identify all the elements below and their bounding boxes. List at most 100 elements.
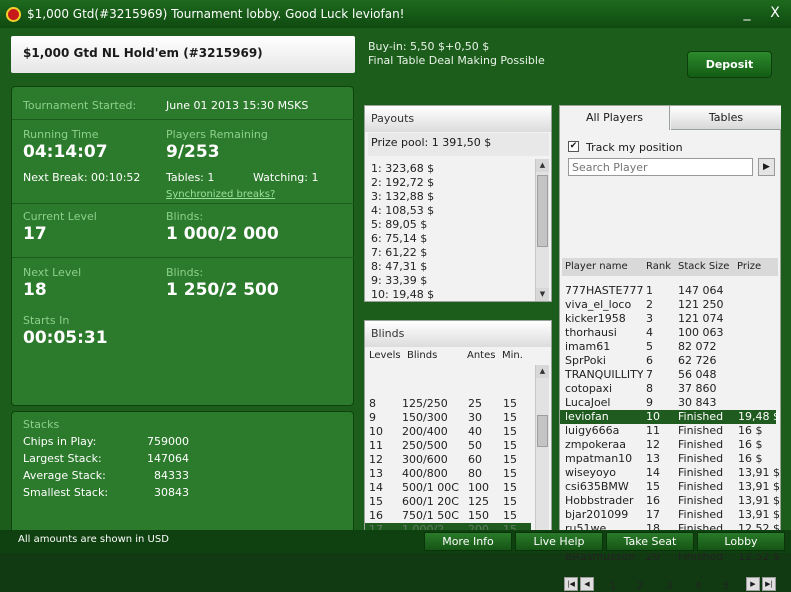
player-cell: TRANQUILLITY [565,368,643,381]
lobby-main: $1,000 Gtd NL Hold'em (#3215969) Buy-in:… [0,28,791,592]
blinds-header-min: Min. [502,350,523,361]
blinds-row: 13 400/800 80 15 [365,467,531,481]
blinds-cell: 15 [503,467,517,480]
scroll-thumb[interactable] [537,175,548,247]
player-row[interactable]: SprPoki 6 62 726 [560,354,776,368]
blinds-header-antes: Antes [467,350,496,361]
search-go-icon[interactable]: ▶ [758,158,775,176]
last-page-icon[interactable]: ▶| [762,577,776,591]
take-seat-button[interactable]: Take Seat [606,532,694,551]
col-rank[interactable]: Rank [646,261,671,272]
blinds-scrollbar[interactable]: ▲ ▼ [535,365,549,547]
title-bar: $1,000 Gtd(#3215969) Tournament lobby. G… [0,0,791,28]
player-cell: 15 [646,480,660,493]
player-row[interactable]: Hobbstrader 16 Finished 13,91 $ [560,494,780,508]
player-cell: 12 [646,438,660,451]
stack-value: 759000 [147,435,189,448]
page-link[interactable]: 5 [718,581,734,592]
page-link[interactable]: 1 [605,581,621,592]
player-row[interactable]: thorhausi 4 100 063 [560,326,776,340]
blinds-title: Blinds [365,321,551,347]
blinds-row: 15 600/1 20C 125 15 [365,495,531,509]
player-row[interactable]: kicker1958 3 121 074 [560,312,776,326]
track-checkbox[interactable]: ✔ [568,141,579,152]
search-player-input[interactable] [568,158,753,176]
player-cell: 147 064 [678,284,724,297]
app-logo-icon [6,6,21,22]
blinds-cell: 500/1 00C [402,481,459,494]
player-cell: 2 [646,298,653,311]
scroll-up-icon[interactable]: ▲ [536,365,549,378]
lobby-button[interactable]: Lobby [697,532,785,551]
blinds-cell: 40 [468,425,482,438]
live-help-button[interactable]: Live Help [515,532,603,551]
player-row[interactable]: cotopaxi 8 37 860 [560,382,776,396]
more-info-button[interactable]: More Info [424,532,512,551]
prev-page-icon[interactable]: ◀ [580,577,594,591]
currency-note: All amounts are shown in USD [18,534,169,545]
player-cell: 14 [646,466,660,479]
tab-all-players[interactable]: All Players [560,106,670,130]
player-cell: 777HASTE777 [565,284,643,297]
payout-row: 5: 89,05 $ [371,218,428,231]
first-page-icon[interactable]: |◀ [564,577,578,591]
player-row[interactable]: csi635BMW 15 Finished 13,91 $ [560,480,780,494]
blinds-cell: 15 [503,397,517,410]
player-row[interactable]: bjar201099 17 Finished 13,91 $ [560,508,780,522]
player-cell: 13,91 $ [738,494,780,507]
scroll-thumb[interactable] [537,415,548,447]
player-cell: 13 [646,452,660,465]
watching-count: Watching: 1 [253,171,319,184]
player-row[interactable]: luigy666a 11 Finished 16 $ [560,424,776,438]
deposit-button[interactable]: Deposit [687,51,772,78]
player-cell: Finished [678,480,724,493]
player-cell: viva_el_loco [565,298,632,311]
col-prize[interactable]: Prize [737,261,761,272]
page-link[interactable]: 3 [661,581,677,592]
player-cell: 19,48 $ [738,410,780,423]
player-cell: thorhausi [565,326,617,339]
blinds-cell: 15 [503,439,517,452]
player-cell: 62 726 [678,354,717,367]
page-link[interactable]: 2 [632,581,648,592]
player-row[interactable]: viva_el_loco 2 121 250 [560,298,776,312]
close-button[interactable]: X [766,4,784,22]
player-cell: 100 063 [678,326,724,339]
player-cell: wiseyoyo [565,466,617,479]
blinds-cell: 125 [468,495,489,508]
player-row[interactable]: mpatman10 13 Finished 16 $ [560,452,776,466]
divider [12,257,355,258]
player-row[interactable]: imam61 5 82 072 [560,340,776,354]
scroll-down-icon[interactable]: ▼ [536,288,549,301]
player-row[interactable]: 777HASTE777 1 147 064 [560,284,776,298]
player-cell: Finished [678,410,724,423]
player-cell: 16 $ [738,452,763,465]
next-page-icon[interactable]: ▶ [746,577,760,591]
player-cell: 1 [646,284,653,297]
payouts-scrollbar[interactable]: ▲ ▼ [535,159,549,301]
player-cell: 7 [646,368,653,381]
sync-breaks-link[interactable]: Synchronized breaks? [166,189,275,200]
player-cell: Finished [678,508,724,521]
started-value: June 01 2013 15:30 MSKS [166,99,309,112]
player-row[interactable]: zmpokeraa 12 Finished 16 $ [560,438,776,452]
track-label: Track my position [586,141,683,154]
tournament-header: $1,000 Gtd NL Hold'em (#3215969) [11,36,355,73]
tab-tables[interactable]: Tables [671,106,781,130]
payout-row: 10: 19,48 $ [371,288,435,301]
player-cell: 121 250 [678,298,724,311]
player-row[interactable]: wiseyoyo 14 Finished 13,91 $ [560,466,780,480]
blinds-cell: 400/800 [402,467,448,480]
col-stack-size[interactable]: Stack Size [678,261,729,272]
col-player-name[interactable]: Player name [565,261,628,272]
page-link[interactable]: 4 [690,581,706,592]
blinds-cell: 13 [369,467,383,480]
player-row[interactable]: TRANQUILLITY 7 56 048 [560,368,776,382]
player-row[interactable]: LucaJoel 9 30 843 [560,396,776,410]
player-row[interactable]: leviofan 10 Finished 19,48 $ [560,410,780,424]
players-panel: All Players Tables ✔ Track my position ▶… [559,105,781,592]
payout-row: 2: 192,72 $ [371,176,435,189]
scroll-up-icon[interactable]: ▲ [536,159,549,172]
minimize-button[interactable]: _ [738,4,756,22]
blinds-row: 10 200/400 40 15 [365,425,531,439]
